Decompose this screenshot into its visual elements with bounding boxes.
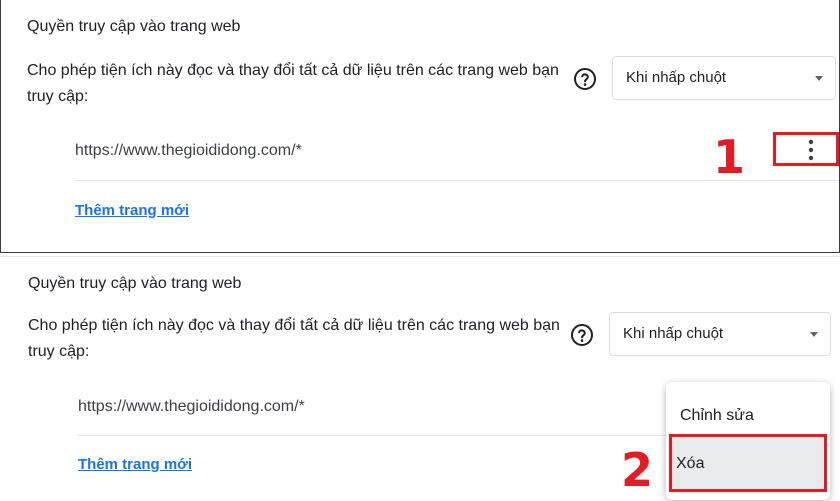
chevron-down-icon: [810, 332, 818, 337]
add-site-link[interactable]: Thêm trang mới: [75, 202, 189, 219]
select-value: Khi nhấp chuột: [626, 69, 727, 86]
access-description: Cho phép tiện ích này đọc và thay đổi tấ…: [27, 62, 559, 105]
help-icon[interactable]: [573, 67, 597, 91]
divider: [78, 435, 666, 436]
chevron-down-icon: [815, 76, 823, 81]
add-site-link[interactable]: Thêm trang mới: [78, 456, 192, 473]
site-url: https://www.thegioididong.com/*: [75, 142, 302, 159]
section-title: Quyền truy cập vào trang web: [28, 275, 242, 292]
site-url: https://www.thegioididong.com/*: [78, 398, 305, 415]
more-vert-icon[interactable]: [799, 138, 823, 162]
help-icon[interactable]: [570, 323, 594, 347]
step-number-label: 2: [621, 443, 654, 497]
step-number-label: 1: [713, 130, 746, 184]
access-description: Cho phép tiện ích này đọc và thay đổi tấ…: [28, 317, 560, 360]
site-access-select[interactable]: Khi nhấp chuột: [612, 56, 836, 100]
select-value: Khi nhấp chuột: [623, 325, 724, 342]
divider: [75, 180, 839, 181]
site-access-select[interactable]: Khi nhấp chuột: [609, 312, 831, 356]
section-title: Quyền truy cập vào trang web: [27, 18, 241, 35]
site-access-panel-top: Quyền truy cập vào trang web Cho phép ti…: [0, 0, 840, 253]
menu-item-delete[interactable]: Xóa: [669, 434, 827, 492]
site-context-menu: Chỉnh sửa Xóa: [666, 382, 830, 500]
menu-item-delete-label: Xóa: [676, 455, 705, 472]
menu-item-edit[interactable]: Chỉnh sửa: [666, 400, 830, 432]
